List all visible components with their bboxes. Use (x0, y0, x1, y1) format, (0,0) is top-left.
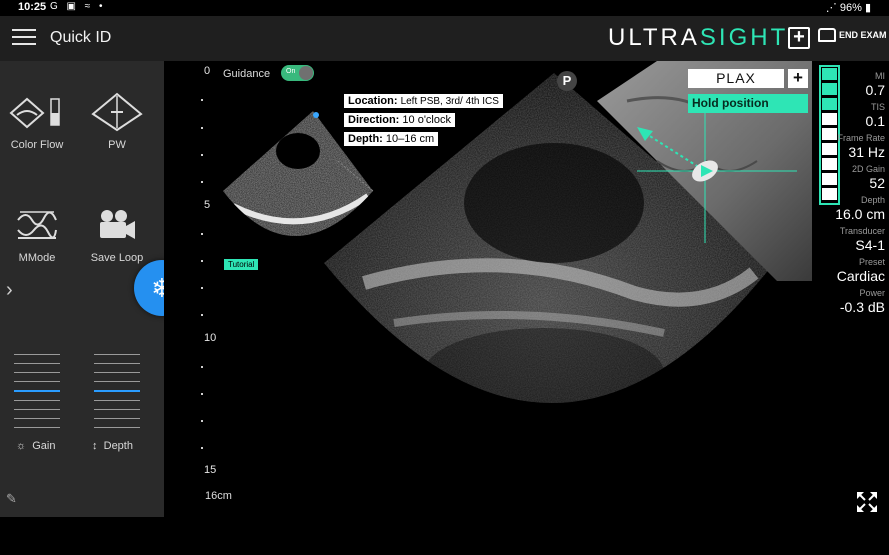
save-loop-label: Save Loop (90, 252, 144, 264)
guidance-label: Guidance (223, 68, 271, 80)
depth-tick-10: 10 (204, 332, 217, 344)
param-tis: TIS 0.1 (865, 102, 885, 129)
mmode-icon (2, 204, 72, 246)
pw-button[interactable]: PW (82, 91, 152, 151)
depth-readout: 16cm (205, 490, 232, 502)
param-transducer: Transducer S4-1 (839, 226, 885, 253)
ultrasight-logo: ULTRASIGHT (608, 24, 789, 51)
depth-slider[interactable] (94, 354, 140, 436)
depth-scale: 0 5 10 15 (164, 61, 224, 517)
depth-instruction: Depth: 10–16 cm (344, 132, 439, 146)
color-flow-label: Color Flow (10, 139, 64, 151)
pencil-icon[interactable]: ✎ (6, 491, 17, 507)
toggle-state: On (286, 68, 296, 75)
chevron-right-icon[interactable]: › (6, 279, 13, 302)
depth-tick-0: 0 (204, 65, 211, 77)
param-mi: MI 0.7 (865, 71, 885, 98)
page-title: Quick ID (50, 29, 112, 46)
save-loop-button[interactable]: Save Loop (82, 204, 152, 264)
ultrasound-image-area[interactable]: 0 5 10 15 Guidance On Tutorial Location:… (164, 61, 889, 517)
p-marker-badge: P (557, 71, 577, 91)
param-2d-gain: 2D Gain 52 (851, 164, 885, 191)
battery-indicator: ⋰ 96% ▮ (826, 1, 871, 14)
probe-icon (818, 28, 836, 42)
hold-position-instruction: Hold position (688, 94, 808, 113)
video-camera-icon (82, 204, 152, 246)
mmode-button[interactable]: MMode (2, 204, 72, 264)
color-flow-icon (2, 91, 72, 133)
depth-tick-15: 15 (204, 464, 217, 476)
status-bar: 10:25 G ▣ ≈ • ⋰ 96% ▮ (0, 0, 889, 16)
param-depth: Depth 16.0 cm (835, 195, 885, 222)
battery-percent: 96% (839, 2, 862, 14)
parameter-panel: MI 0.7 TIS 0.1 Frame Rate 31 Hz 2D Gain 52 D… (805, 71, 885, 319)
app-header: Quick ID ULTRASIGHT + END EXAM (0, 16, 889, 61)
param-preset: Preset Cardiac (836, 257, 885, 284)
battery-icon: ▮ (864, 2, 871, 14)
bottom-bar (0, 517, 889, 555)
mmode-label: MMode (18, 252, 56, 264)
depth-slider-label: ↕ Depth (92, 440, 133, 452)
color-flow-button[interactable]: Color Flow (2, 91, 72, 151)
menu-icon[interactable] (12, 29, 36, 47)
view-name: PLAX (688, 69, 784, 88)
fullscreen-icon[interactable] (856, 491, 878, 513)
updown-arrow-icon: ↕ (92, 440, 98, 452)
location-instruction: Location: Left PSB, 3rd/ 4th ICS (344, 94, 503, 108)
brightness-icon: ☼ (16, 440, 27, 452)
param-power: Power -0.3 dB (839, 288, 885, 315)
pw-icon (82, 91, 152, 133)
wifi-icon: ⋰ (825, 2, 837, 14)
tutorial-badge[interactable]: Tutorial (224, 259, 259, 270)
direction-instruction: Direction: 10 o'clock (344, 113, 455, 127)
gain-slider[interactable] (14, 354, 60, 436)
status-icons: G ▣ ≈ • (50, 1, 106, 12)
gain-label: ☼ Gain (16, 440, 56, 452)
param-frame-rate: Frame Rate 31 Hz (837, 133, 885, 160)
depth-tick-5: 5 (204, 199, 211, 211)
end-exam-button[interactable]: END EXAM (818, 28, 887, 42)
status-time: 10:25 (18, 1, 47, 13)
add-button[interactable]: + (788, 27, 810, 49)
pw-label: PW (108, 139, 126, 151)
end-exam-label: END EXAM (839, 30, 887, 40)
